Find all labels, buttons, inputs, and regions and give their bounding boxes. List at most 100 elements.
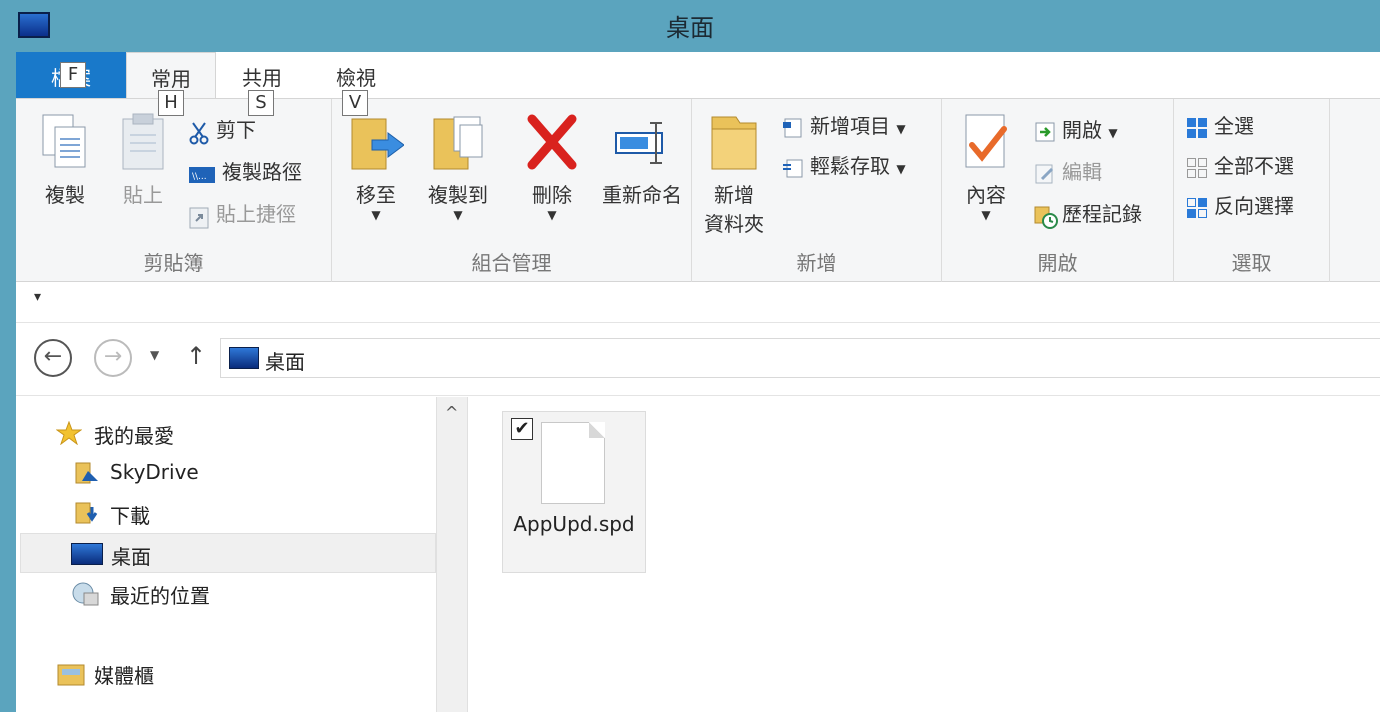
edit-button[interactable]: 編輯 <box>1034 157 1102 187</box>
paste-shortcut-label: 貼上捷徑 <box>216 202 296 226</box>
nav-label-favorites: 我的最愛 <box>94 424 174 448</box>
nav-label-libraries: 媒體櫃 <box>94 664 154 688</box>
title-bar: 桌面 <box>0 0 1380 52</box>
easy-access-dropdown-arrow: ▼ <box>896 162 906 176</box>
ribbon-tabs: 檔案 F 常用 共用 檢視 H S V <box>16 52 1380 116</box>
group-open: 內容 ▼ 開啟 ▼ 編輯 歷程記錄 開啟 <box>942 99 1174 282</box>
new-folder-icon <box>706 111 762 173</box>
open-group-label: 開啟 <box>1037 251 1078 275</box>
paste-shortcut-button[interactable]: 貼上捷徑 <box>188 199 296 229</box>
address-bar[interactable]: 桌面 <box>220 338 1380 378</box>
select-all-label: 全選 <box>1214 114 1254 138</box>
ribbon: 複製 貼上 剪下 \\... 複製路徑 貼上捷徑 剪貼簿 移至 ▼ 複製到 ▼ … <box>16 98 1380 282</box>
desktop-icon <box>229 347 259 369</box>
up-button[interactable]: ↑ <box>186 342 206 370</box>
nav-item-desktop[interactable]: 桌面 <box>20 533 436 573</box>
keytip-file: F <box>60 62 86 88</box>
scroll-up-icon[interactable]: ^ <box>445 403 458 422</box>
new-group-label: 新增 <box>796 251 837 275</box>
delete-x-icon <box>524 111 580 173</box>
address-path: 桌面 <box>265 350 305 374</box>
nav-item-skydrive[interactable]: SkyDrive <box>20 453 436 493</box>
delete-button[interactable]: 刪除 ▼ <box>520 111 584 222</box>
skydrive-folder-icon <box>74 461 100 485</box>
nav-label-desktop: 桌面 <box>111 545 151 569</box>
nav-pane-scrollbar[interactable]: ^ <box>436 397 468 712</box>
copy-button[interactable]: 複製 <box>30 111 100 208</box>
easy-access-button[interactable]: 輕鬆存取 ▼ <box>782 151 906 181</box>
back-button[interactable]: ← <box>34 339 72 377</box>
recent-places-icon <box>70 581 99 606</box>
libraries-icon <box>56 661 85 686</box>
paste-label: 貼上 <box>123 183 163 207</box>
delete-dropdown-arrow: ▼ <box>547 208 557 222</box>
keytip-view: V <box>342 90 368 116</box>
invert-selection-button[interactable]: 反向選擇 <box>1186 191 1294 221</box>
scissors-icon <box>188 121 210 144</box>
window-title: 桌面 <box>666 14 714 42</box>
new-folder-label-line1: 新增 <box>714 183 754 207</box>
clipboard-group-label: 剪貼簿 <box>143 251 204 275</box>
new-item-dropdown-arrow: ▼ <box>896 122 906 136</box>
open-button[interactable]: 開啟 ▼ <box>1034 115 1118 145</box>
keytip-home: H <box>158 90 184 116</box>
paste-shortcut-icon <box>188 205 210 228</box>
move-to-button[interactable]: 移至 ▼ <box>344 111 408 222</box>
up-arrow-icon: ↑ <box>186 342 207 370</box>
nav-label-recent: 最近的位置 <box>110 584 210 608</box>
select-none-button[interactable]: 全部不選 <box>1186 151 1294 181</box>
explorer-window: 檔案 F 常用 共用 檢視 H S V 複製 貼上 剪下 <box>16 52 1380 712</box>
properties-label: 內容 <box>966 183 1006 207</box>
open-label: 開啟 <box>1062 118 1102 142</box>
delete-label: 刪除 <box>532 183 572 207</box>
copy-to-dropdown-arrow: ▼ <box>453 208 463 222</box>
copy-path-label: 複製路徑 <box>222 160 302 184</box>
file-icon <box>541 422 605 504</box>
customize-toolbar-icon[interactable]: ▾ <box>34 289 41 305</box>
nav-item-libraries[interactable]: 媒體櫃 <box>20 653 436 693</box>
edit-pencil-icon <box>1034 163 1056 185</box>
copy-to-button[interactable]: 複製到 ▼ <box>420 111 496 222</box>
new-folder-label-line2: 資料夾 <box>704 212 764 236</box>
copy-path-button[interactable]: \\... 複製路徑 <box>188 157 302 187</box>
open-arrow-icon <box>1034 121 1056 143</box>
move-to-icon <box>348 111 405 173</box>
clipboard-icon <box>115 111 171 173</box>
nav-label-skydrive: SkyDrive <box>110 460 199 484</box>
nav-item-recent[interactable]: 最近的位置 <box>20 573 436 613</box>
invert-selection-label: 反向選擇 <box>1214 194 1294 218</box>
properties-button[interactable]: 內容 ▼ <box>952 111 1020 222</box>
recent-locations-button[interactable]: ▼ <box>150 348 159 362</box>
navigation-pane: 我的最愛 SkyDrive 下載 桌面 最近的位置 媒體櫃 <box>16 397 436 712</box>
new-item-icon <box>782 117 804 139</box>
file-name: AppUpd.spd <box>513 512 635 536</box>
move-to-dropdown-arrow: ▼ <box>371 208 381 222</box>
new-item-button[interactable]: 新增項目 ▼ <box>782 111 906 141</box>
nav-item-downloads[interactable]: 下載 <box>20 493 436 533</box>
rename-label: 重新命名 <box>602 183 682 207</box>
properties-icon <box>958 111 1014 173</box>
cut-label: 剪下 <box>216 118 256 142</box>
paste-button[interactable]: 貼上 <box>108 111 178 208</box>
rename-icon <box>614 111 670 173</box>
cut-button[interactable]: 剪下 <box>188 115 256 145</box>
file-item[interactable]: ✔ AppUpd.spd <box>502 411 646 573</box>
new-folder-button[interactable]: 新增 資料夾 <box>698 111 770 237</box>
history-label: 歷程記錄 <box>1062 202 1142 226</box>
select-none-icon <box>1186 157 1208 179</box>
star-icon <box>55 420 83 446</box>
select-all-button[interactable]: 全選 <box>1186 111 1254 141</box>
group-organize: 移至 ▼ 複製到 ▼ 刪除 ▼ 重新命名 組合管理 <box>332 99 692 282</box>
group-clipboard: 複製 貼上 剪下 \\... 複製路徑 貼上捷徑 剪貼簿 <box>16 99 332 282</box>
history-button[interactable]: 歷程記錄 <box>1034 199 1142 229</box>
nav-item-favorites[interactable]: 我的最愛 <box>20 413 436 453</box>
forward-button[interactable]: → <box>94 339 132 377</box>
move-to-label: 移至 <box>356 183 396 207</box>
copy-path-icon: \\... <box>188 163 216 185</box>
rename-button[interactable]: 重新命名 <box>594 111 690 208</box>
organize-group-label: 組合管理 <box>471 251 552 275</box>
navigation-bar: ← → ▼ ↑ 桌面 <box>16 324 1380 396</box>
file-checkbox[interactable]: ✔ <box>511 418 533 440</box>
desktop-icon <box>71 543 103 565</box>
properties-dropdown-arrow: ▼ <box>981 208 991 222</box>
